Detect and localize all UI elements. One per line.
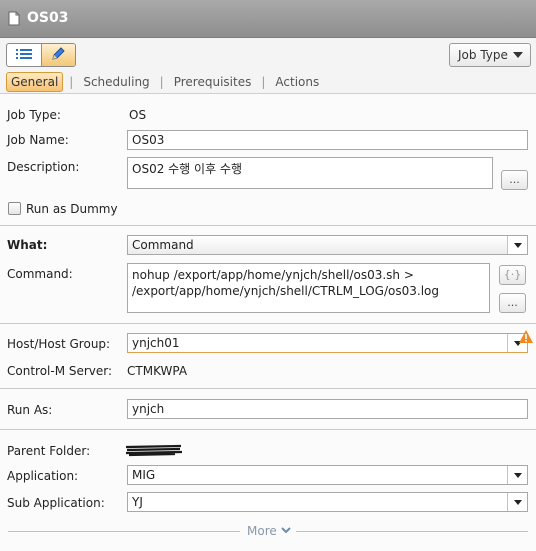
host-label: Host/Host Group: — [7, 337, 111, 351]
what-label: What: — [7, 238, 48, 252]
edit-view-button[interactable] — [40, 44, 75, 66]
section-divider — [0, 323, 536, 324]
warning-icon — [519, 330, 533, 346]
tab-actions[interactable]: Actions — [271, 73, 323, 91]
description-label: Description: — [7, 160, 80, 174]
command-field[interactable]: nohup /export/app/home/ynjch/shell/os03.… — [127, 263, 490, 313]
section-divider — [0, 429, 536, 430]
job-type-label: Job Type: — [7, 108, 61, 122]
more-toggle[interactable]: More — [247, 524, 291, 538]
more-divider-left — [8, 531, 240, 532]
tab-bar: General | Scheduling | Prerequisites | A… — [6, 72, 323, 92]
description-field[interactable]: OS02 수행 이후 수행 — [127, 157, 493, 189]
job-type-dropdown-button[interactable]: Job Type — [449, 43, 531, 67]
more-label: More — [247, 524, 277, 538]
what-select[interactable]: Command — [127, 235, 528, 255]
document-icon — [8, 11, 20, 29]
chevron-down-icon — [280, 524, 291, 538]
sub-application-select[interactable]: YJ — [127, 492, 528, 512]
chevron-down-icon — [507, 236, 527, 254]
insert-variable-button[interactable]: {·} — [499, 265, 526, 285]
control-m-server-label: Control-M Server: — [7, 364, 113, 378]
section-divider — [0, 388, 536, 389]
control-m-server-value: CTMKWPA — [127, 364, 188, 378]
redacted-parent-folder — [125, 443, 183, 460]
tab-general[interactable]: General — [6, 72, 64, 92]
description-edit-button[interactable]: ... — [501, 170, 528, 190]
tab-separator: | — [261, 75, 266, 89]
host-select-value: ynjch01 — [132, 336, 180, 350]
application-select[interactable]: MIG — [127, 465, 528, 485]
parent-folder-label: Parent Folder: — [7, 444, 91, 458]
chevron-down-icon — [507, 466, 527, 484]
host-select[interactable]: ynjch01 — [127, 333, 528, 353]
tab-separator: | — [69, 75, 74, 89]
title-bar: OS03 — [0, 0, 536, 38]
run-as-field[interactable]: ynjch — [127, 399, 528, 419]
section-divider — [0, 225, 536, 226]
chevron-down-icon — [513, 52, 523, 58]
run-as-dummy-label: Run as Dummy — [26, 202, 118, 216]
run-as-label: Run As: — [7, 403, 53, 417]
application-select-value: MIG — [132, 468, 156, 482]
job-type-value: OS — [129, 108, 147, 122]
list-view-button[interactable] — [7, 44, 41, 66]
what-select-value: Command — [132, 238, 194, 252]
sub-application-select-value: YJ — [132, 495, 143, 509]
command-label: Command: — [7, 267, 73, 281]
toolbar: Job Type General | Scheduling | Prerequi… — [0, 38, 536, 94]
more-divider-right — [296, 531, 528, 532]
sub-application-label: Sub Application: — [7, 496, 105, 510]
run-as-dummy-checkbox[interactable] — [8, 202, 21, 215]
command-edit-button[interactable]: ... — [499, 293, 526, 313]
job-name-label: Job Name: — [7, 133, 69, 147]
job-name-field[interactable]: OS03 — [127, 130, 528, 150]
view-toggle — [6, 43, 76, 67]
tab-separator: | — [159, 75, 164, 89]
tab-scheduling[interactable]: Scheduling — [79, 73, 153, 91]
tab-prerequisites[interactable]: Prerequisites — [170, 73, 256, 91]
pencil-icon — [50, 46, 66, 65]
variables-icon: {·} — [503, 268, 522, 281]
application-label: Application: — [7, 469, 79, 483]
chevron-down-icon — [507, 493, 527, 511]
list-icon — [15, 48, 32, 63]
window-title: OS03 — [27, 10, 69, 26]
job-type-button-label: Job Type — [458, 48, 508, 62]
